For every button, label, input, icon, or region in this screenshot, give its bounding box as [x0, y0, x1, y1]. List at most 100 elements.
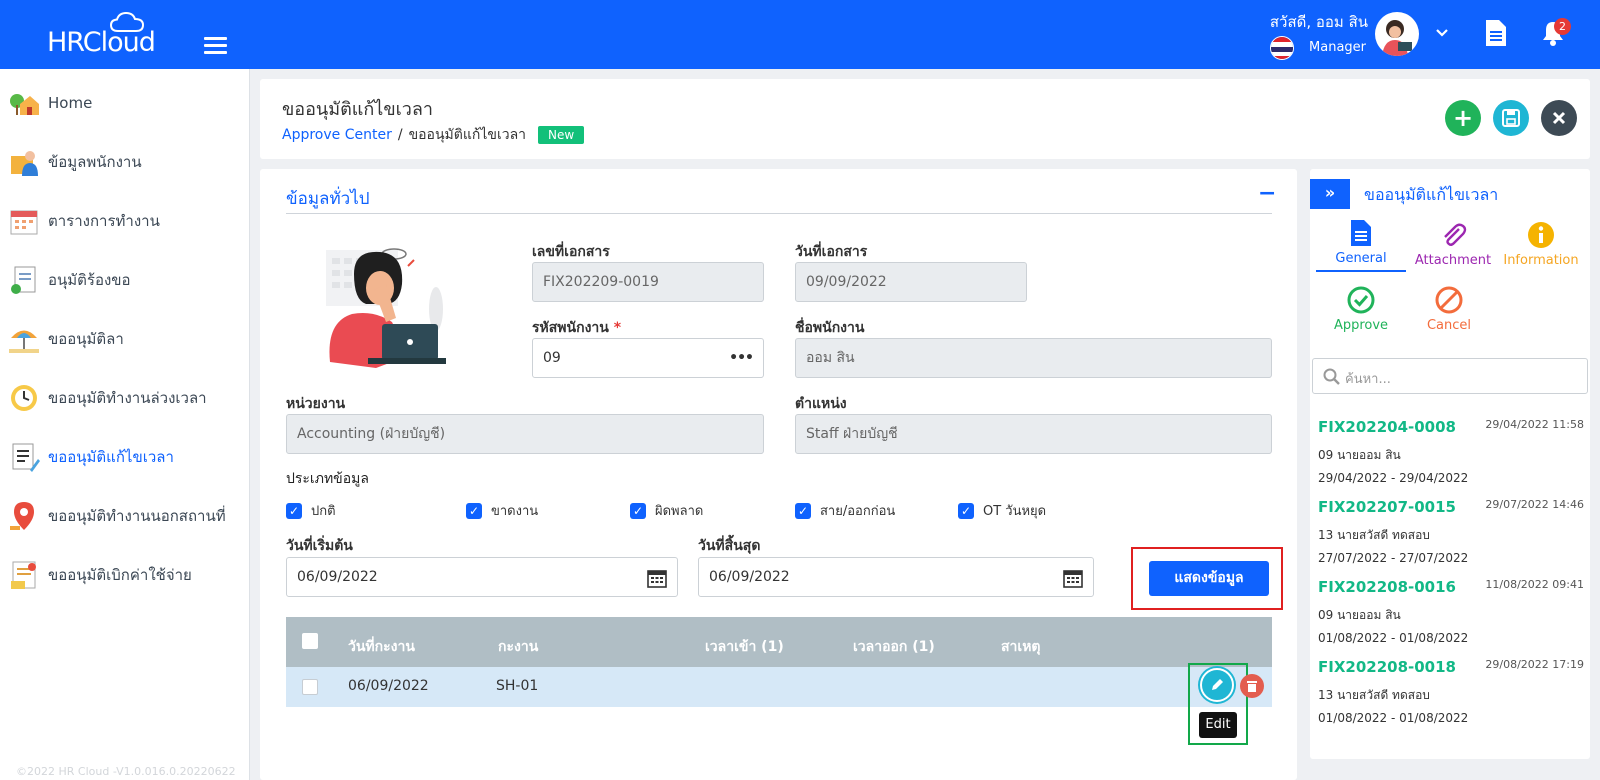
location-icon: [10, 502, 34, 530]
column-header: เวลาออก (1): [853, 639, 935, 655]
sidebar-item-schedule[interactable]: ตารางการทำงาน: [0, 199, 250, 243]
checkbox-absent[interactable]: ✓ ขาดงาน: [466, 500, 538, 521]
show-data-button[interactable]: แสดงข้อมูล: [1149, 561, 1269, 596]
close-icon: [1552, 111, 1566, 125]
record-time: 29/08/2022 17:19: [1485, 658, 1584, 671]
start-date-input[interactable]: 06/09/2022: [286, 557, 678, 597]
select-all-checkbox[interactable]: [302, 633, 318, 649]
breadcrumb: Approve Center / ขออนุมัติแก้ไขเวลา New: [282, 124, 585, 146]
row-shift: SH-01: [496, 678, 539, 694]
doc-date-field: 09/09/2022: [795, 262, 1027, 302]
sidebar-item-employee[interactable]: ข้อมูลพนักงาน: [0, 140, 250, 184]
sidebar-item-label: ขออนุมัติลา: [48, 330, 124, 348]
lookup-icon[interactable]: •••: [729, 339, 754, 377]
column-header: วันที่กะงาน: [348, 639, 415, 655]
sidebar-item-time-edit[interactable]: ขออนุมัติแก้ไขเวลา: [0, 435, 250, 479]
breadcrumb-link[interactable]: Approve Center: [282, 127, 392, 143]
department-label: หน่วยงาน: [286, 396, 346, 412]
avatar[interactable]: [1375, 12, 1419, 56]
column-header: กะงาน: [498, 639, 539, 655]
record-link[interactable]: FIX202208-0016: [1318, 578, 1456, 596]
department-field: Accounting (ฝ่ายบัญชี): [286, 414, 764, 454]
search-input[interactable]: ค้นหา...: [1312, 358, 1588, 394]
search-placeholder: ค้นหา...: [1345, 372, 1391, 387]
table-row[interactable]: [286, 667, 1272, 707]
section-divider: [286, 213, 1272, 214]
sidebar-item-home[interactable]: Home: [0, 81, 250, 125]
app-logo[interactable]: HRCloud: [47, 27, 156, 58]
chevron-down-icon[interactable]: [1435, 27, 1449, 39]
user-role: Manager: [1309, 40, 1366, 55]
close-button[interactable]: [1541, 100, 1577, 136]
check-icon: ✓: [795, 502, 811, 519]
doc-no-field: FIX202209-0019: [532, 262, 764, 302]
delete-button[interactable]: [1240, 674, 1264, 698]
notification-badge: 2: [1554, 18, 1571, 35]
end-date-label: วันที่สิ้นสุด: [698, 538, 761, 554]
sidebar-item-leave[interactable]: ขออนุมัติลา: [0, 317, 250, 361]
record-link[interactable]: FIX202204-0008: [1318, 418, 1456, 436]
record-time: 29/04/2022 11:58: [1485, 418, 1584, 431]
sidebar: Home ข้อมูลพนักงาน ตารางการทำงาน อนุมัติ…: [0, 69, 250, 780]
add-button[interactable]: +: [1445, 100, 1481, 136]
checkbox-normal[interactable]: ✓ ปกติ: [286, 500, 336, 521]
home-icon: [10, 94, 39, 115]
end-date-input[interactable]: 06/09/2022: [698, 557, 1094, 597]
employee-code-input[interactable]: 09 •••: [532, 338, 764, 378]
check-icon: ✓: [958, 502, 974, 519]
document-icon: [1351, 220, 1371, 246]
check-icon: ✓: [630, 502, 646, 519]
approve-request-icon: [11, 266, 36, 294]
approve-action[interactable]: Approve: [1316, 286, 1406, 333]
checkbox-late[interactable]: ✓ สาย/ออกก่อน: [795, 500, 895, 521]
record-employee: 09 นายออม สิน: [1318, 608, 1401, 622]
checkbox-error[interactable]: ✓ ผิดพลาด: [630, 500, 703, 521]
document-icon[interactable]: [1485, 19, 1507, 47]
info-icon: [1528, 222, 1554, 248]
information-tab[interactable]: Information: [1496, 221, 1586, 268]
general-tab[interactable]: General: [1316, 219, 1406, 272]
page-header-card: ขออนุมัติแก้ไขเวลา Approve Center / ขออน…: [260, 79, 1590, 159]
breadcrumb-current: ขออนุมัติแก้ไขเวลา: [408, 127, 527, 143]
record-time: 29/07/2022 14:46: [1485, 498, 1584, 511]
attachment-tab[interactable]: Attachment: [1408, 221, 1498, 268]
sidebar-item-label: Home: [48, 94, 93, 112]
sidebar-item-offsite[interactable]: ขออนุมัติทำงานนอกสถานที่: [0, 494, 250, 538]
sidebar-item-approve-request[interactable]: อนุมัติร้องขอ: [0, 258, 250, 302]
calendar-icon[interactable]: [1063, 568, 1083, 588]
column-header: เวลาเข้า (1): [705, 639, 784, 655]
column-header: สาเหตุ: [1001, 639, 1041, 655]
check-icon: ✓: [286, 502, 302, 519]
thai-flag-icon[interactable]: [1270, 36, 1294, 60]
user-greeting: สวัสดี, ออม สิน: [1269, 13, 1368, 31]
sidebar-item-label: ข้อมูลพนักงาน: [48, 153, 142, 171]
expand-panel-button[interactable]: »: [1310, 179, 1350, 209]
paperclip-icon: [1444, 223, 1467, 246]
record-range: 27/07/2022 - 27/07/2022: [1318, 551, 1469, 565]
save-button[interactable]: [1493, 100, 1529, 136]
sidebar-item-label: ขออนุมัติทำงานล่วงเวลา: [48, 389, 207, 407]
position-label: ตำแหน่ง: [795, 396, 847, 412]
ban-icon: [1435, 286, 1463, 314]
position-field: Staff ฝ่ายบัญชี: [795, 414, 1272, 454]
sidebar-item-label: ขออนุมัติเบิกค่าใช้จ่าย: [48, 566, 192, 584]
cancel-action[interactable]: Cancel: [1404, 286, 1494, 333]
right-panel-title: ขออนุมัติแก้ไขเวลา: [1364, 185, 1499, 204]
menu-toggle-icon[interactable]: [204, 37, 227, 54]
employee-code-label: รหัสพนักงาน *: [532, 320, 622, 336]
double-chevron-right-icon: »: [1324, 183, 1336, 202]
sidebar-item-overtime[interactable]: ขออนุมัติทำงานล่วงเวลา: [0, 376, 250, 420]
top-bar: HRCloud สวัสดี, ออม สิน Manager 2: [0, 0, 1600, 69]
page-title: ขออนุมัติแก้ไขเวลา: [282, 99, 434, 120]
row-date: 06/09/2022: [348, 678, 429, 694]
collapse-button[interactable]: −: [1258, 181, 1276, 206]
record-link[interactable]: FIX202208-0018: [1318, 658, 1456, 676]
calendar-icon[interactable]: [647, 568, 667, 588]
row-checkbox[interactable]: [302, 679, 318, 695]
sidebar-item-label: ขออนุมัติแก้ไขเวลา: [48, 448, 174, 466]
checkbox-ot-holiday[interactable]: ✓ OT วันหยุด: [958, 500, 1046, 521]
edit-button[interactable]: [1200, 668, 1234, 702]
record-link[interactable]: FIX202207-0015: [1318, 498, 1456, 516]
record-time: 11/08/2022 09:41: [1485, 578, 1584, 591]
sidebar-item-expense[interactable]: ขออนุมัติเบิกค่าใช้จ่าย: [0, 553, 250, 597]
